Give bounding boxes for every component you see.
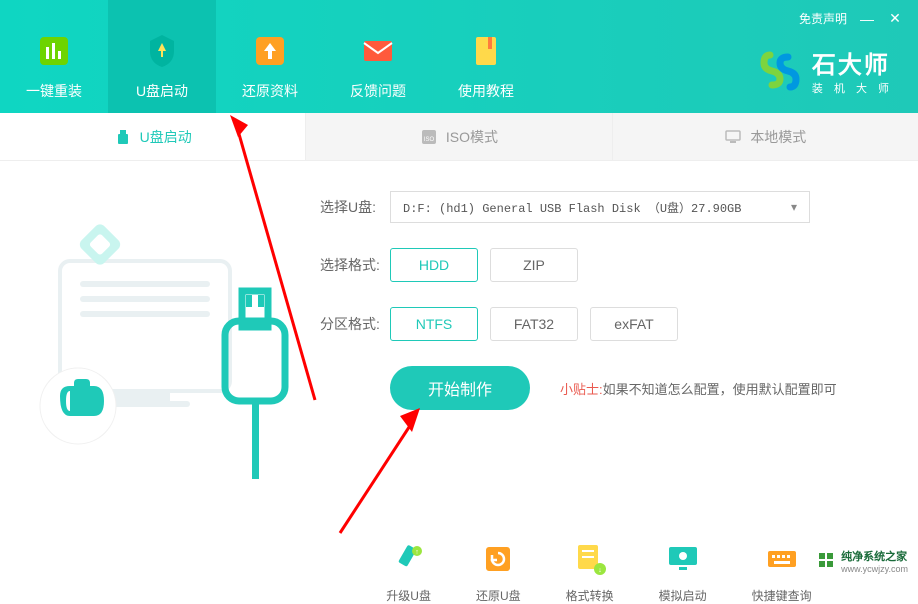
keyboard-icon — [764, 541, 800, 577]
footer-site-url: www.ycwjzy.com — [841, 564, 908, 574]
illustration — [30, 191, 290, 481]
subnav-iso[interactable]: ISO ISO模式 — [306, 113, 612, 160]
iso-icon: ISO — [420, 128, 438, 146]
action-label: 模拟启动 — [659, 587, 707, 604]
upload-box-icon — [250, 31, 290, 71]
monitor-play-icon — [665, 541, 701, 577]
footer-site-name: 纯净系统之家 — [841, 548, 908, 564]
nav-feedback[interactable]: 反馈问题 — [324, 0, 432, 113]
monitor-icon — [724, 128, 742, 146]
envelope-icon — [358, 31, 398, 71]
nav-label: 反馈问题 — [350, 81, 406, 101]
header: 免责声明 — ✕ 一键重装 U盘启动 还原资料 反馈问题 — [0, 0, 918, 113]
format-option-zip[interactable]: ZIP — [490, 248, 578, 282]
main-content: 选择U盘: D:F: (hd1) General USB Flash Disk … — [0, 161, 918, 491]
action-simulate-boot[interactable]: 模拟启动 — [659, 541, 707, 604]
disclaimer-link[interactable]: 免责声明 — [799, 10, 847, 27]
start-button[interactable]: 开始制作 — [390, 366, 530, 410]
main-navigation: 一键重装 U盘启动 还原资料 反馈问题 使用教程 — [0, 0, 540, 113]
usb-selected-value: D:F: (hd1) General USB Flash Disk （U盘）27… — [403, 199, 741, 216]
brand-title: 石大师 — [812, 45, 893, 80]
book-icon — [466, 31, 506, 71]
svg-text:↑: ↑ — [415, 549, 419, 556]
brand-subtitle: 装 机 大 师 — [812, 80, 893, 96]
usb-selector[interactable]: D:F: (hd1) General USB Flash Disk （U盘）27… — [390, 191, 810, 223]
nav-reinstall[interactable]: 一键重装 — [0, 0, 108, 113]
minimize-button[interactable]: — — [859, 11, 875, 27]
nav-label: U盘启动 — [136, 81, 188, 101]
convert-icon: ↓ — [572, 541, 608, 577]
usb-upgrade-icon: ↑ — [391, 541, 427, 577]
action-label: 升级U盘 — [386, 587, 431, 604]
action-shortcut-query[interactable]: 快捷键查询 — [752, 541, 812, 604]
subnav-usb-boot[interactable]: U盘启动 — [0, 113, 306, 160]
action-label: 还原U盘 — [476, 587, 521, 604]
format-label: 选择格式: — [320, 255, 390, 275]
tip-label: 小贴士: — [560, 382, 603, 397]
action-label: 快捷键查询 — [752, 587, 812, 604]
nav-usb-boot[interactable]: U盘启动 — [108, 0, 216, 113]
tip-text: 小贴士:如果不知道怎么配置，使用默认配置即可 — [560, 379, 837, 398]
action-label: 格式转换 — [566, 587, 614, 604]
close-button[interactable]: ✕ — [887, 11, 903, 27]
nav-label: 一键重装 — [26, 81, 82, 101]
select-usb-label: 选择U盘: — [320, 197, 390, 217]
nav-restore[interactable]: 还原资料 — [216, 0, 324, 113]
svg-text:ISO: ISO — [424, 137, 435, 143]
usb-icon — [114, 128, 132, 146]
shield-icon — [142, 31, 182, 71]
restore-icon — [480, 541, 516, 577]
brand-logo-icon — [760, 51, 800, 91]
svg-text:↓: ↓ — [598, 567, 602, 574]
action-upgrade-usb[interactable]: ↑ 升级U盘 — [386, 541, 431, 604]
partition-option-fat32[interactable]: FAT32 — [490, 307, 578, 341]
format-option-hdd[interactable]: HDD — [390, 248, 478, 282]
titlebar: 免责声明 — ✕ — [799, 10, 903, 27]
action-format-convert[interactable]: ↓ 格式转换 — [566, 541, 614, 604]
nav-tutorial[interactable]: 使用教程 — [432, 0, 540, 113]
brand: 石大师 装 机 大 师 — [760, 45, 893, 96]
footer-watermark: 纯净系统之家 www.ycwjzy.com — [819, 548, 908, 574]
subnav-label: 本地模式 — [750, 127, 806, 147]
bottom-actions: ↑ 升级U盘 还原U盘 ↓ 格式转换 模拟启动 快捷键查询 — [0, 541, 918, 604]
action-restore-usb[interactable]: 还原U盘 — [476, 541, 521, 604]
footer-logo-icon — [819, 553, 835, 569]
partition-label: 分区格式: — [320, 314, 390, 334]
nav-label: 还原资料 — [242, 81, 298, 101]
config-form: 选择U盘: D:F: (hd1) General USB Flash Disk … — [290, 191, 888, 481]
subnav-label: ISO模式 — [446, 127, 498, 147]
nav-label: 使用教程 — [458, 81, 514, 101]
partition-option-ntfs[interactable]: NTFS — [390, 307, 478, 341]
chevron-down-icon: ▾ — [791, 200, 797, 215]
subnav-local[interactable]: 本地模式 — [613, 113, 918, 160]
partition-option-exfat[interactable]: exFAT — [590, 307, 678, 341]
subnav-label: U盘启动 — [140, 127, 192, 147]
sub-navigation: U盘启动 ISO ISO模式 本地模式 — [0, 113, 918, 161]
bar-chart-icon — [34, 31, 74, 71]
